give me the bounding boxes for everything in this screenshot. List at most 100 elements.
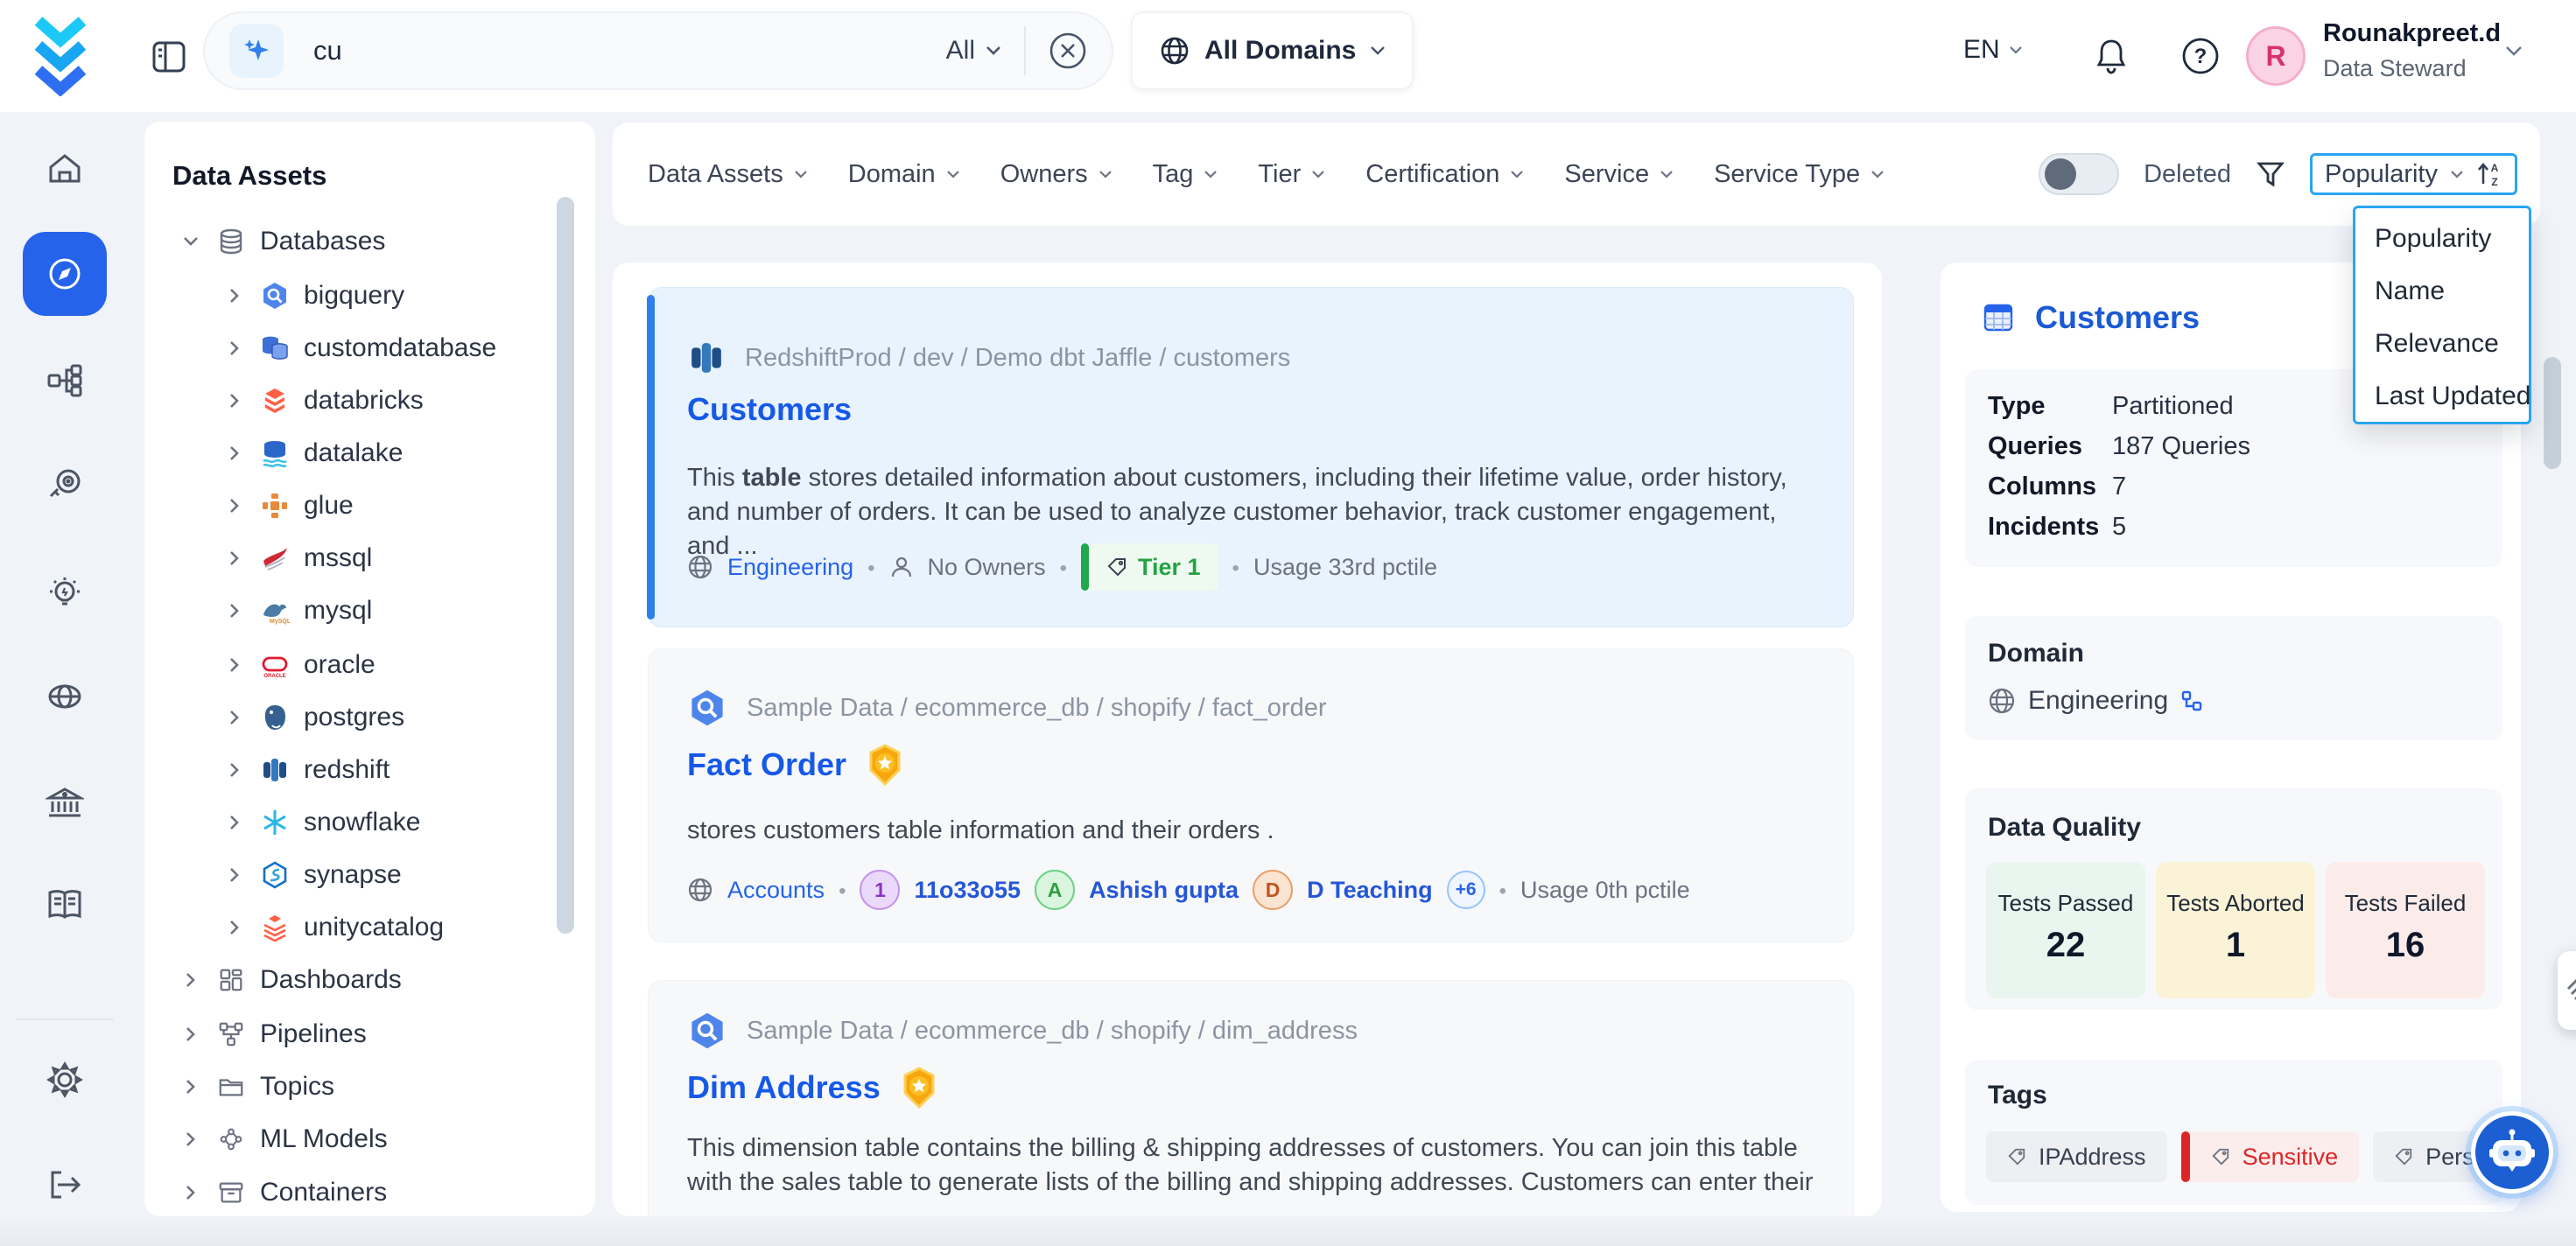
result-card-dim-address[interactable]: Sample Data / ecommerce_db / shopify / d…: [648, 980, 1854, 1216]
chevron-right-icon[interactable]: [221, 762, 248, 778]
tree-node-bigquery[interactable]: bigquery: [144, 275, 555, 317]
sort-option-name[interactable]: Name: [2355, 265, 2529, 318]
global-search-bar[interactable]: cu All: [203, 11, 1113, 90]
tree-node-topics[interactable]: Topics: [144, 1066, 555, 1108]
filter-service[interactable]: Service: [1564, 160, 1674, 189]
nav-domains-icon[interactable]: [23, 654, 107, 738]
tests-passed-tile[interactable]: Tests Passed 22: [1986, 862, 2145, 998]
owner-avatar[interactable]: 1: [860, 870, 900, 910]
notifications-bell-icon[interactable]: [2094, 37, 2129, 75]
result-card-customers[interactable]: RedshiftProd / dev / Demo dbt Jaffle / c…: [648, 287, 1854, 627]
filter-data-assets[interactable]: Data Assets: [648, 160, 808, 189]
incidents-link[interactable]: 5: [2112, 513, 2126, 542]
sort-selector[interactable]: Popularity AZ: [2310, 153, 2517, 195]
tree-node-redshift[interactable]: redshift: [144, 749, 555, 791]
tree-node-mssql[interactable]: mssql: [144, 537, 555, 579]
domain-link[interactable]: Engineering: [727, 554, 853, 581]
search-scope-dropdown[interactable]: All: [946, 36, 1001, 66]
app-logo-icon[interactable]: [32, 16, 89, 96]
result-card-fact-order[interactable]: Sample Data / ecommerce_db / shopify / f…: [648, 648, 1854, 942]
clear-search-icon[interactable]: [1049, 32, 1087, 70]
tests-failed-tile[interactable]: Tests Failed 16: [2326, 862, 2485, 998]
tree-node-databricks[interactable]: databricks: [144, 380, 555, 422]
nav-governance-icon[interactable]: [23, 339, 107, 423]
filter-service-type[interactable]: Service Type: [1714, 160, 1885, 189]
filter-certification[interactable]: Certification: [1365, 160, 1524, 189]
nav-logout-icon[interactable]: [23, 1143, 107, 1227]
chevron-right-icon[interactable]: [221, 657, 248, 673]
filter-tier[interactable]: Tier: [1258, 160, 1325, 189]
chat-assistant-button[interactable]: [2471, 1111, 2553, 1194]
nav-observability-icon[interactable]: [23, 443, 107, 527]
deleted-toggle[interactable]: [2039, 153, 2119, 195]
chevron-right-icon[interactable]: [178, 972, 204, 988]
chevron-right-icon[interactable]: [178, 1131, 204, 1147]
chevron-right-icon[interactable]: [221, 288, 248, 304]
chevron-right-icon[interactable]: [221, 393, 248, 409]
detail-asset-title[interactable]: Customers: [2035, 299, 2200, 336]
chevron-right-icon[interactable]: [221, 815, 248, 830]
tree-node-customdatabase[interactable]: customdatabase: [144, 327, 555, 369]
tier-badge[interactable]: Tier 1: [1081, 543, 1218, 591]
tree-node-databases[interactable]: Databases: [144, 220, 555, 262]
tests-aborted-tile[interactable]: Tests Aborted 1: [2156, 862, 2315, 998]
owner-link[interactable]: D Teaching: [1307, 877, 1433, 904]
owner-link[interactable]: Ashish gupta: [1089, 877, 1239, 904]
chevron-right-icon[interactable]: [178, 1079, 204, 1095]
chevron-right-icon[interactable]: [221, 498, 248, 514]
all-domains-selector[interactable]: All Domains: [1131, 11, 1414, 90]
sort-option-popularity[interactable]: Popularity: [2355, 213, 2529, 265]
chevron-down-icon[interactable]: [2505, 46, 2523, 57]
chevron-down-icon[interactable]: [178, 236, 204, 247]
chevron-right-icon[interactable]: [221, 550, 248, 566]
tree-node-mysql[interactable]: MySQL mysql: [144, 590, 555, 632]
filter-tag[interactable]: Tag: [1153, 160, 1218, 189]
nav-data-products-icon[interactable]: [23, 761, 107, 845]
tree-node-oracle[interactable]: ORACLE oracle: [144, 644, 555, 686]
ai-sparkle-icon[interactable]: [229, 24, 284, 78]
owner-avatar[interactable]: A: [1035, 870, 1075, 910]
chevron-right-icon[interactable]: [221, 867, 248, 883]
collapsed-side-widget[interactable]: [2558, 951, 2576, 1030]
asset-title-link[interactable]: Fact Order: [687, 746, 846, 783]
chevron-right-icon[interactable]: [221, 445, 248, 461]
tree-node-pipelines[interactable]: Pipelines: [144, 1013, 555, 1055]
filter-owners[interactable]: Owners: [1000, 160, 1113, 189]
filter-domain[interactable]: Domain: [848, 160, 960, 189]
nav-glossary-icon[interactable]: [23, 863, 107, 947]
breadcrumb[interactable]: Sample Data / ecommerce_db / shopify / d…: [747, 1017, 1358, 1046]
tree-node-datalake[interactable]: datalake: [144, 432, 555, 474]
language-selector[interactable]: EN: [1963, 35, 2023, 65]
tree-node-synapse[interactable]: synapse: [144, 854, 555, 896]
help-icon[interactable]: ?: [2181, 37, 2220, 75]
search-input[interactable]: cu: [313, 35, 946, 66]
more-owners-badge[interactable]: +6: [1447, 871, 1485, 909]
domain-value[interactable]: Engineering: [2028, 686, 2168, 716]
tree-node-unitycatalog[interactable]: unitycatalog: [144, 906, 555, 948]
owner-link[interactable]: 11o33o55: [914, 877, 1021, 904]
breadcrumb[interactable]: Sample Data / ecommerce_db / shopify / f…: [747, 694, 1326, 723]
nav-explore-icon[interactable]: [23, 232, 107, 316]
sidebar-toggle-icon[interactable]: [151, 38, 187, 75]
domain-link[interactable]: Accounts: [727, 877, 825, 904]
chevron-right-icon[interactable]: [221, 920, 248, 935]
owner-avatar[interactable]: D: [1253, 870, 1293, 910]
tree-node-postgres[interactable]: postgres: [144, 696, 555, 738]
user-avatar[interactable]: R: [2246, 26, 2306, 86]
tag-sensitive[interactable]: Sensitive: [2181, 1131, 2360, 1182]
filter-funnel-icon[interactable]: [2256, 159, 2285, 189]
sort-option-relevance[interactable]: Relevance: [2355, 318, 2529, 370]
page-scrollbar[interactable]: [2544, 357, 2561, 469]
asset-title-link[interactable]: Customers: [687, 391, 852, 428]
tag-ipaddress[interactable]: IPAddress: [1986, 1131, 2167, 1182]
user-menu[interactable]: Rounakpreet.d Data Steward: [2323, 19, 2501, 82]
tree-node-dashboards[interactable]: Dashboards: [144, 959, 555, 1001]
tree-scrollbar[interactable]: [557, 197, 574, 934]
chevron-right-icon[interactable]: [221, 603, 248, 619]
tree-node-snowflake[interactable]: snowflake: [144, 802, 555, 844]
chevron-right-icon[interactable]: [178, 1185, 204, 1200]
lineage-icon[interactable]: [2180, 690, 2203, 712]
asset-title-link[interactable]: Dim Address: [687, 1069, 881, 1106]
chevron-right-icon[interactable]: [221, 340, 248, 356]
tree-node-containers[interactable]: Containers: [144, 1172, 555, 1214]
